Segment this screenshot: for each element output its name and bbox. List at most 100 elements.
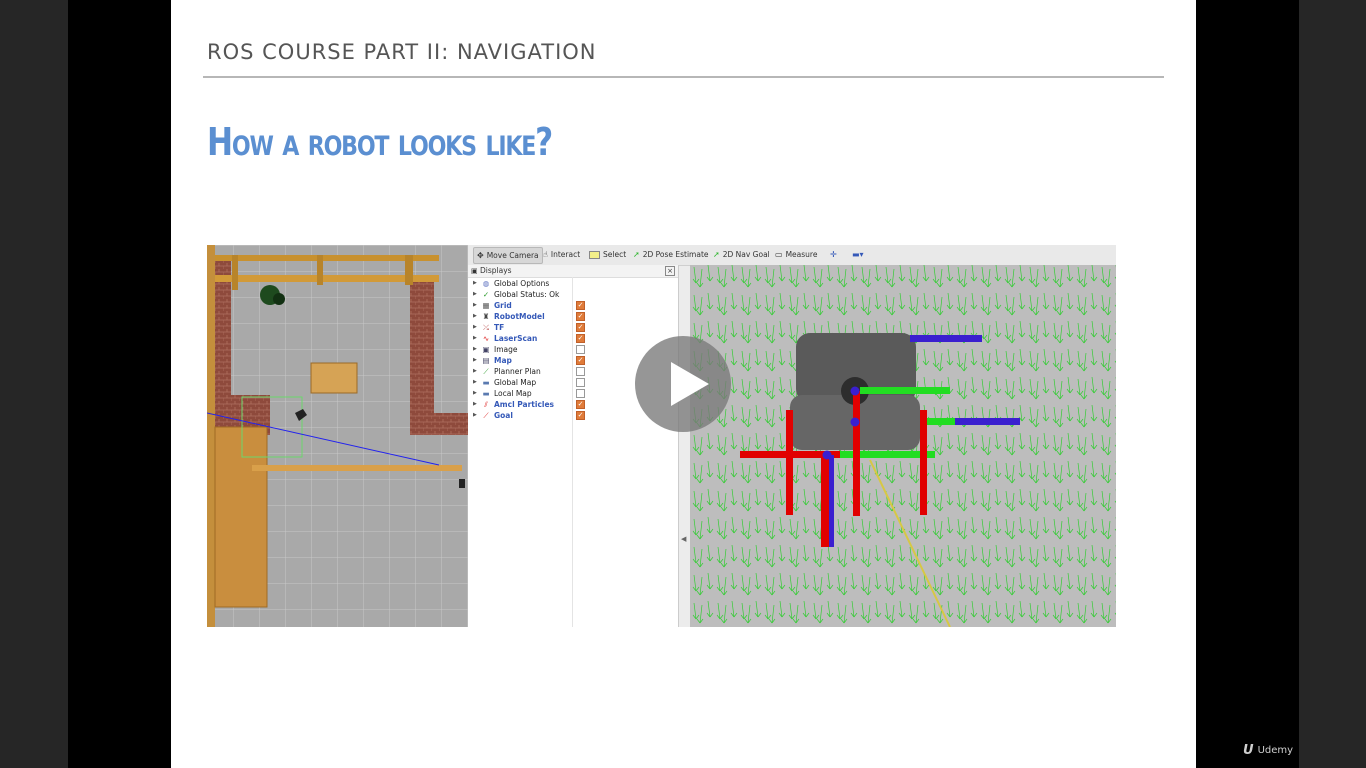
select-tool[interactable]: Select xyxy=(589,247,626,262)
interact-tool[interactable]: ☝ Interact xyxy=(543,247,580,262)
expand-arrow-icon[interactable]: ▶ xyxy=(473,410,477,421)
display-item[interactable]: ▶ ◍ Global Options xyxy=(468,278,678,289)
rviz-window: ✥ Move Camera ☝ Interact Select ➚ 2D Pos… xyxy=(468,245,1116,627)
rviz-3d-view[interactable] xyxy=(690,265,1116,627)
check-icon: ✓ xyxy=(482,290,490,299)
left-letterbox xyxy=(68,0,171,768)
tool-label: 2D Pose Estimate xyxy=(642,250,709,259)
display-item-label: Goal xyxy=(494,411,513,420)
display-enabled-checkbox[interactable] xyxy=(576,389,585,398)
tool-label: Move Camera xyxy=(486,251,539,260)
display-enabled-checkbox[interactable]: ✓ xyxy=(576,411,585,420)
grid-icon: ▦ xyxy=(482,301,490,310)
expand-arrow-icon[interactable]: ▶ xyxy=(473,377,477,388)
select-icon xyxy=(589,250,600,259)
image-icon: ▣ xyxy=(482,345,490,354)
display-item-label: Planner Plan xyxy=(494,367,541,376)
pose-estimate-icon: ➚ xyxy=(633,250,640,259)
displays-title: Displays xyxy=(480,266,512,275)
folder-icon: ▬ xyxy=(482,389,490,398)
display-item[interactable]: ▶ ⤯ TF ✓ xyxy=(468,322,678,333)
tool-label: Select xyxy=(603,250,627,259)
display-enabled-checkbox[interactable]: ✓ xyxy=(576,400,585,409)
goal-icon: ⟋ xyxy=(483,411,489,420)
tool-label: 2D Nav Goal xyxy=(722,250,770,259)
slide: ROS COURSE PART II: NAVIGATION How a rob… xyxy=(171,0,1196,768)
rviz-scene xyxy=(690,265,1116,627)
display-enabled-checkbox[interactable]: ✓ xyxy=(576,334,585,343)
display-item-label: LaserScan xyxy=(494,334,538,343)
display-enabled-checkbox[interactable]: ✓ xyxy=(576,323,585,332)
display-item-label: TF xyxy=(494,323,505,332)
add-tool-button[interactable]: ✛ xyxy=(830,247,837,262)
tool-label: Interact xyxy=(550,250,581,259)
display-item-label: RobotModel xyxy=(494,312,545,321)
display-enabled-checkbox[interactable]: ✓ xyxy=(576,301,585,310)
tf-icon: ⤯ xyxy=(483,323,489,332)
display-item-label: Map xyxy=(494,356,512,365)
pose-estimate-tool[interactable]: ➚ 2D Pose Estimate xyxy=(633,247,709,262)
display-item-label: Image xyxy=(494,345,518,354)
display-item-label: Grid xyxy=(494,301,512,310)
globe-icon: ◍ xyxy=(482,279,490,288)
display-item[interactable]: ▶ ✓ Global Status: Ok xyxy=(468,289,678,300)
expand-arrow-icon[interactable]: ▶ xyxy=(473,289,477,300)
title-divider xyxy=(203,76,1164,78)
measure-tool[interactable]: ▭ Measure xyxy=(775,247,817,262)
expand-arrow-icon[interactable]: ▶ xyxy=(473,333,477,344)
particles-icon: ⫽ xyxy=(484,400,488,409)
expand-arrow-icon[interactable]: ▶ xyxy=(473,278,477,289)
display-enabled-checkbox[interactable]: ✓ xyxy=(576,356,585,365)
display-item-label: Global Options xyxy=(494,279,550,288)
measure-icon: ▭ xyxy=(775,250,783,259)
udemy-watermark: U Udemy xyxy=(1243,743,1293,758)
course-title: ROS COURSE PART II: NAVIGATION xyxy=(207,40,597,64)
display-item-label: Amcl Particles xyxy=(494,400,555,409)
displays-panel: ▣ Displays × ▶ ◍ Global Options ▶ ✓ Global St… xyxy=(468,265,679,627)
expand-arrow-icon[interactable]: ▶ xyxy=(473,311,477,322)
display-item[interactable]: ▶ ♜ RobotModel ✓ xyxy=(468,311,678,322)
display-item-label: Global Status: Ok xyxy=(494,290,560,299)
play-icon xyxy=(671,362,709,406)
slide-heading: How a robot looks like? xyxy=(207,120,553,164)
rviz-toolbar: ✥ Move Camera ☝ Interact Select ➚ 2D Pos… xyxy=(468,245,1116,266)
folder-icon: ▬ xyxy=(482,378,490,387)
remove-tool-button[interactable]: ▬▾ xyxy=(852,247,864,262)
gazebo-simulation-view xyxy=(207,245,468,627)
close-icon[interactable]: × xyxy=(665,266,675,276)
display-item[interactable]: ▶ ▦ Grid ✓ xyxy=(468,300,678,311)
nav-goal-icon: ➚ xyxy=(713,250,720,259)
expand-arrow-icon[interactable]: ▶ xyxy=(473,300,477,311)
udemy-watermark-label: Udemy xyxy=(1257,745,1294,756)
expand-arrow-icon[interactable]: ▶ xyxy=(473,366,477,377)
crosshair-icon: ✛ xyxy=(830,250,837,259)
display-enabled-checkbox[interactable] xyxy=(576,367,585,376)
interact-icon: ☝ xyxy=(543,250,548,259)
video-play-button[interactable] xyxy=(635,336,731,432)
display-enabled-checkbox[interactable] xyxy=(576,345,585,354)
move-camera-tool[interactable]: ✥ Move Camera xyxy=(473,247,543,264)
expand-arrow-icon[interactable]: ▶ xyxy=(473,388,477,399)
udemy-logo-icon: U xyxy=(1243,743,1254,758)
laser-icon: ∿ xyxy=(482,334,490,343)
minus-dropdown-icon: ▬▾ xyxy=(852,250,864,259)
expand-arrow-icon[interactable]: ▶ xyxy=(473,322,477,333)
nav-goal-tool[interactable]: ➚ 2D Nav Goal xyxy=(713,247,770,262)
expand-arrow-icon[interactable]: ▶ xyxy=(473,355,477,366)
display-item[interactable]: ▶ ∿ LaserScan ✓ xyxy=(468,333,678,344)
collapse-arrow-icon[interactable]: ◀ xyxy=(681,535,686,543)
expand-arrow-icon[interactable]: ▶ xyxy=(473,344,477,355)
monitor-icon: ▣ xyxy=(471,267,478,275)
right-letterbox xyxy=(1196,0,1299,768)
displays-header: ▣ Displays × xyxy=(468,265,678,278)
map-icon: ▤ xyxy=(482,356,490,365)
move-camera-icon: ✥ xyxy=(477,251,484,260)
display-enabled-checkbox[interactable]: ✓ xyxy=(576,312,585,321)
tool-label: Measure xyxy=(785,250,818,259)
display-item-label: Local Map xyxy=(494,389,532,398)
gazebo-scene xyxy=(207,245,468,627)
right-background xyxy=(1299,0,1366,768)
display-enabled-checkbox[interactable] xyxy=(576,378,585,387)
expand-arrow-icon[interactable]: ▶ xyxy=(473,399,477,410)
path-icon: ⟋ xyxy=(483,367,489,376)
